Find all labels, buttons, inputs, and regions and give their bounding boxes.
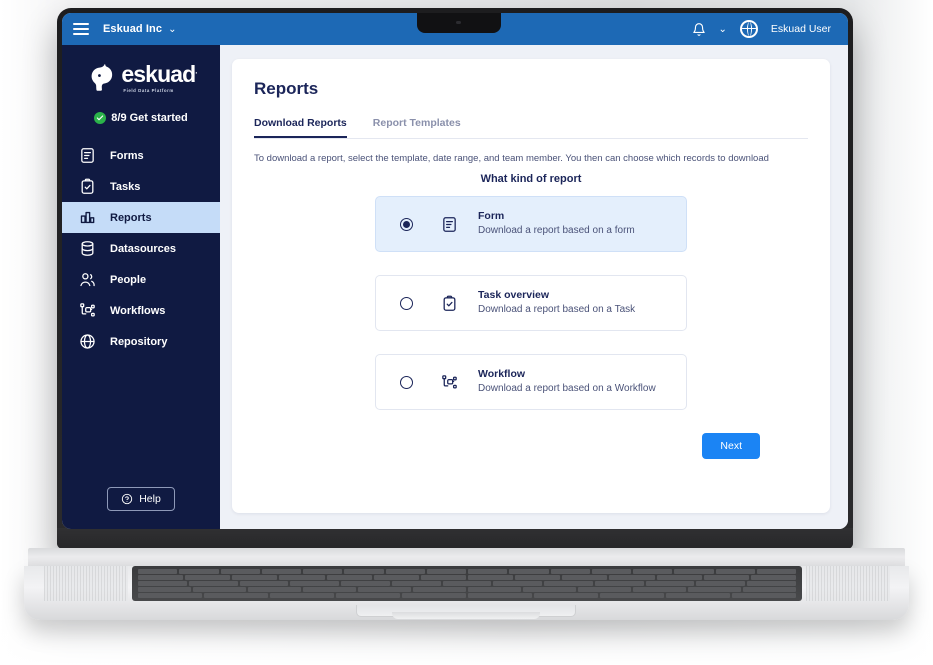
eskuad-dog-logo-icon [91,63,113,91]
radio-task-overview[interactable] [400,296,413,310]
radio-workflow[interactable] [400,375,413,389]
option-text: Task overview Download a report based on… [478,289,635,317]
check-circle-icon [94,112,107,124]
clipboard-check-icon [443,295,456,311]
logo-text: eskuad. Field Data Platform [121,61,198,93]
page-title: Reports [254,79,319,98]
option-text: Form Download a report based on a form [478,210,635,238]
hamburger-icon[interactable] [73,23,89,35]
option-form[interactable]: Form Download a report based on a form [375,196,687,252]
chevron-down-icon[interactable]: ⌄ [168,24,176,35]
laptop-camera [456,21,461,24]
sidebar-item-workflows[interactable]: Workflows [62,295,220,326]
option-title: Workflow [478,368,526,381]
help-button[interactable]: Help [107,487,175,511]
help-area: Help [62,487,220,511]
get-started-progress[interactable]: 8/9 Get started [94,112,188,124]
content-area: Reports Download Reports Report Template… [220,45,848,529]
organization-name[interactable]: Eskuad Inc [103,23,162,35]
logo-row: eskuad. Field Data Platform [85,61,198,95]
sidebar-item-repository[interactable]: Repository [62,326,220,357]
help-label: Help [139,493,161,505]
logo-wordmark-text: eskuad [121,61,196,88]
next-button[interactable]: Next [702,433,760,459]
report-type-options: Form Download a report based on a form T… [375,196,687,410]
option-title: Task overview [478,289,550,302]
database-icon [81,241,94,256]
avatar[interactable] [739,20,758,38]
reports-card: Reports Download Reports Report Template… [232,59,830,513]
tab-report-templates[interactable]: Report Templates [373,117,461,138]
people-icon [80,273,95,287]
sidebar-item-tasks[interactable]: Tasks [62,171,220,202]
sidebar-item-forms[interactable]: Forms [62,140,220,171]
workflow-icon [80,303,95,317]
instructions-text: To download a report, select the templat… [254,153,769,164]
option-text: Workflow Download a report based on a Wo… [478,368,656,396]
laptop-mockup: Eskuad Inc ⌄ ⌄ Eskuad User eskuad. Field… [0,0,933,665]
sidebar-nav: Forms Tasks Reports Datasources People W… [62,140,220,357]
tab-download-reports[interactable]: Download Reports [254,117,347,138]
tab-bar: Download Reports Report Templates [254,117,808,138]
option-task-overview[interactable]: Task overview Download a report based on… [375,275,687,331]
brand-logo: eskuad. Field Data Platform 8/9 Get star… [62,45,220,124]
sidebar-item-label: Repository [110,335,168,348]
radio-form[interactable] [400,217,413,231]
option-subtitle: Download a report based on a Workflow [478,383,656,395]
topbar-right-group: ⌄ Eskuad User [692,20,849,38]
workflow-icon [442,374,457,389]
logo-registered-mark: . [195,66,198,76]
laptop-keys [138,569,796,598]
laptop-speaker-right [806,566,890,601]
bell-icon[interactable] [692,22,706,37]
logo-wordmark: eskuad. [121,61,198,88]
sidebar-item-label: People [110,273,147,286]
laptop-bottom-bezel [57,528,853,549]
app-screen: Eskuad Inc ⌄ ⌄ Eskuad User eskuad. Field… [62,13,848,529]
user-chevron-down-icon[interactable]: ⌄ [719,24,727,35]
sidebar-item-label: Forms [110,149,144,162]
option-subtitle: Download a report based on a Task [478,304,636,316]
user-name[interactable]: Eskuad User [771,23,831,35]
document-icon [81,148,94,163]
laptop-speaker-left [44,566,128,601]
option-subtitle: Download a report based on a form [478,225,635,237]
sidebar-item-label: Reports [110,211,152,224]
question-circle-icon [122,493,133,505]
get-started-label: 8/9 Get started [111,112,188,124]
option-workflow[interactable]: Workflow Download a report based on a Wo… [375,354,687,410]
sidebar-item-label: Workflows [110,304,166,317]
sidebar-item-datasources[interactable]: Datasources [62,233,220,264]
globe-icon [80,334,95,349]
sidebar-item-reports[interactable]: Reports [62,202,220,233]
bar-chart-icon [80,211,95,224]
option-title: Form [478,210,505,223]
clipboard-check-icon [81,178,94,194]
next-button-row: Next [254,433,808,459]
logo-tagline: Field Data Platform [123,87,174,93]
sidebar-item-label: Datasources [110,242,177,255]
document-icon [443,216,456,232]
sidebar-item-people[interactable]: People [62,264,220,295]
sidebar-item-label: Tasks [110,180,141,193]
section-title: What kind of report [480,173,582,185]
tab-divider [254,138,808,139]
globe-avatar-icon [741,22,756,36]
laptop-lid-lip [392,612,540,619]
sidebar: eskuad. Field Data Platform 8/9 Get star… [62,45,220,529]
